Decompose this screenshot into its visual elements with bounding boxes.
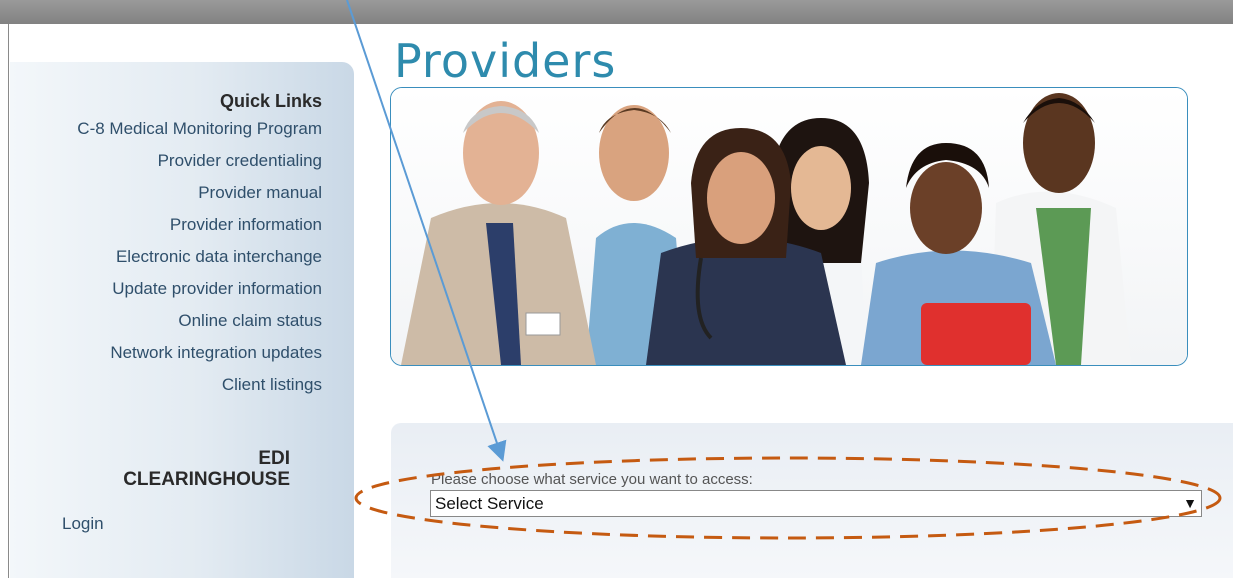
quick-link-provider-credentialing[interactable]: Provider credentialing <box>77 149 322 181</box>
edi-clearinghouse-heading: EDI CLEARINGHOUSE <box>123 448 290 490</box>
top-bar <box>0 0 1233 24</box>
quick-link-update-provider-information[interactable]: Update provider information <box>77 277 322 309</box>
quick-links-title: Quick Links <box>219 91 322 111</box>
providers-hero-image <box>390 87 1188 366</box>
edi-heading-line2: CLEARINGHOUSE <box>123 469 290 490</box>
page-title: Providers <box>394 34 617 88</box>
quick-link-provider-manual[interactable]: Provider manual <box>77 181 322 213</box>
login-link[interactable]: Login <box>62 514 104 534</box>
quick-link-electronic-data-interchange[interactable]: Electronic data interchange <box>77 245 322 277</box>
quick-link-online-claim-status[interactable]: Online claim status <box>77 309 322 341</box>
quick-link-network-integration-updates[interactable]: Network integration updates <box>77 341 322 373</box>
dropdown-arrow-icon[interactable]: ▼ <box>1183 495 1197 511</box>
left-divider <box>8 24 9 578</box>
service-select-value: Select Service <box>435 494 544 513</box>
service-select-label: Please choose what service you want to a… <box>431 471 753 488</box>
service-select-dropdown[interactable]: Select Service ▼ <box>430 490 1202 517</box>
edi-heading-line1: EDI <box>258 448 290 469</box>
healthcare-team-illustration <box>391 88 1187 365</box>
quick-link-c8-medical-monitoring[interactable]: C-8 Medical Monitoring Program <box>77 117 322 149</box>
sidebar: Quick Links C-8 Medical Monitoring Progr… <box>10 62 354 578</box>
quick-link-client-listings[interactable]: Client listings <box>77 373 322 405</box>
quick-link-provider-information[interactable]: Provider information <box>77 213 322 245</box>
quick-links-list: C-8 Medical Monitoring Program Provider … <box>77 117 322 405</box>
